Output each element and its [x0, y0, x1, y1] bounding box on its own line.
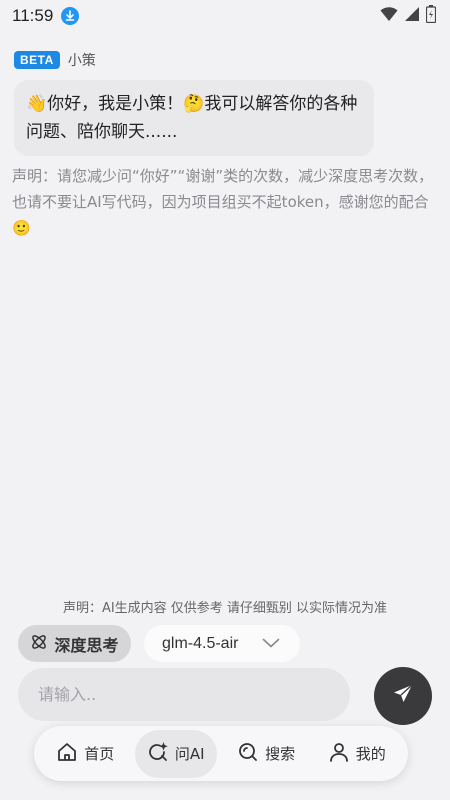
deep-think-label: 深度思考 — [54, 635, 119, 655]
nav-item-ask-ai[interactable]: 问AI — [134, 729, 217, 778]
nav-item-label: 我的 — [355, 745, 386, 763]
atom-icon — [30, 633, 48, 655]
nav-item-profile[interactable]: 我的 — [316, 730, 398, 778]
signal-icon — [404, 6, 420, 26]
ai-content-notice: 声明：AI生成内容 仅供参考 请仔细甄别 以实际情况为准 — [62, 601, 388, 616]
bot-header: BETA 小策 — [14, 50, 96, 70]
bot-message-text: 👋你好，我是小策！🤔我可以解答你的各种问题、陪你聊天...... — [26, 94, 358, 142]
profile-icon — [328, 741, 350, 767]
message-input[interactable] — [18, 668, 350, 721]
status-time: 11:59 — [12, 6, 54, 25]
bot-message-bubble: 👋你好，我是小策！🤔我可以解答你的各种问题、陪你聊天...... — [14, 80, 374, 156]
status-bar: 11:59 — [0, 0, 450, 32]
send-icon — [392, 683, 414, 709]
status-left: 11:59 — [12, 6, 80, 26]
send-button[interactable] — [374, 667, 432, 725]
nav-item-label: 问AI — [174, 745, 205, 763]
ask-ai-icon — [147, 741, 169, 767]
battery-icon — [425, 5, 437, 27]
nav-item-home[interactable]: 首页 — [44, 730, 126, 778]
download-icon — [61, 7, 80, 25]
usage-disclaimer: 声明：请您减少问“你好”“谢谢”类的次数，减少深度思考次数，也请不要让AI写代码… — [12, 167, 434, 237]
nav-item-search[interactable]: 搜索 — [225, 730, 307, 778]
status-right — [380, 5, 437, 27]
search-icon — [237, 741, 259, 767]
model-select-value: glm-4.5-air — [162, 634, 239, 652]
deep-think-toggle[interactable]: 深度思考 — [18, 625, 131, 662]
model-select[interactable]: glm-4.5-air — [144, 625, 300, 662]
nav-item-label: 搜索 — [265, 745, 296, 763]
bottom-nav: 首页 问AI 搜索 我的 — [34, 726, 408, 781]
nav-item-label: 首页 — [84, 745, 115, 763]
chevron-down-icon — [262, 635, 280, 653]
home-icon — [56, 741, 78, 767]
bot-name: 小策 — [67, 53, 96, 69]
beta-badge: BETA — [14, 51, 60, 69]
wifi-icon — [380, 6, 398, 26]
